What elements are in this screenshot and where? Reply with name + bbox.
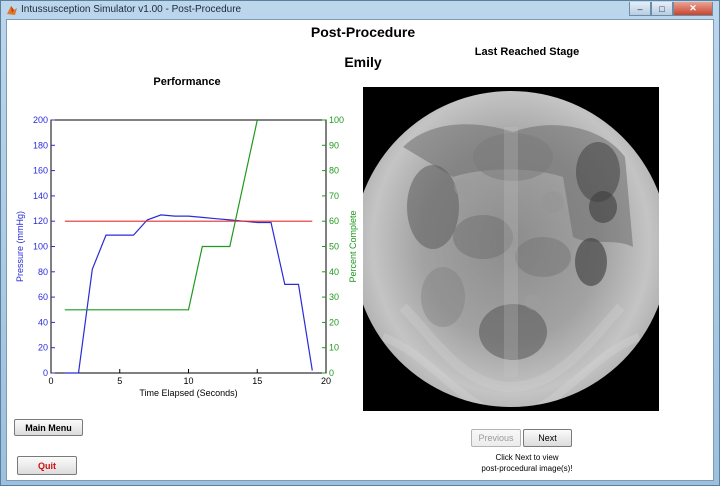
hint-line-2: post-procedural image(s)! [481,464,573,473]
x-tick-label: 0 [48,376,53,386]
y-tick-label: 40 [38,317,48,327]
minimize-button[interactable]: – [629,2,651,16]
y-tick-label: 160 [33,166,48,176]
window-controls: – □ ✕ [629,2,713,18]
y-tick-label: 0 [43,368,48,378]
xray-image-frame [363,87,659,411]
x-tick-label: 10 [183,376,193,386]
y-tick-label: 20 [38,343,48,353]
client-area: Post-Procedure Emily Performance Last Re… [6,19,714,481]
y-tick-label: 120 [33,216,48,226]
y2-axis-label: Percent Complete [348,210,358,282]
hint-line-1: Click Next to view [495,453,559,462]
y-tick-label: 200 [33,115,48,125]
close-button[interactable]: ✕ [673,2,713,16]
y-tick-label: 80 [38,267,48,277]
y2-tick-label: 50 [329,242,339,252]
performance-title: Performance [153,76,221,88]
y-tick-label: 100 [33,242,48,252]
main-menu-button[interactable]: Main Menu [14,419,83,436]
next-hint: Click Next to view post-procedural image… [447,452,607,474]
x-tick-label: 20 [321,376,331,386]
app-window: Intussusception Simulator v1.00 - Post-P… [0,0,720,486]
abdominal-xray-image [363,87,659,411]
y2-tick-label: 80 [329,166,339,176]
user-name: Emily [344,54,382,70]
window-title: Intussusception Simulator v1.00 - Post-P… [21,4,242,15]
y-tick-label: 140 [33,191,48,201]
y2-tick-label: 60 [329,216,339,226]
y-tick-label: 60 [38,292,48,302]
x-axis-label: Time Elapsed (Seconds) [139,388,237,398]
plot-area [50,119,327,374]
maximize-button[interactable]: □ [651,2,673,16]
y2-tick-label: 100 [329,115,344,125]
next-button[interactable]: Next [523,429,572,447]
y-axis-label: Pressure (mmHg) [15,211,25,282]
x-tick-label: 5 [117,376,122,386]
y2-tick-label: 70 [329,191,339,201]
y2-tick-label: 10 [329,343,339,353]
y2-tick-label: 20 [329,317,339,327]
y2-tick-label: 90 [329,140,339,150]
previous-button[interactable]: Previous [471,429,521,447]
y2-tick-label: 30 [329,292,339,302]
matlab-icon [7,6,17,15]
title-bar[interactable]: Intussusception Simulator v1.00 - Post-P… [1,1,719,19]
performance-chart: 0 20 40 60 80 100 120 140 160 180 200 0 10 20 30 40 50 60… [15,115,358,398]
quit-button[interactable]: Quit [17,456,77,475]
page-title: Post-Procedure [310,24,416,40]
y2-tick-label: 40 [329,267,339,277]
last-stage-title: Last Reached Stage [474,46,580,58]
x-tick-label: 15 [252,376,262,386]
y-tick-label: 180 [33,140,48,150]
